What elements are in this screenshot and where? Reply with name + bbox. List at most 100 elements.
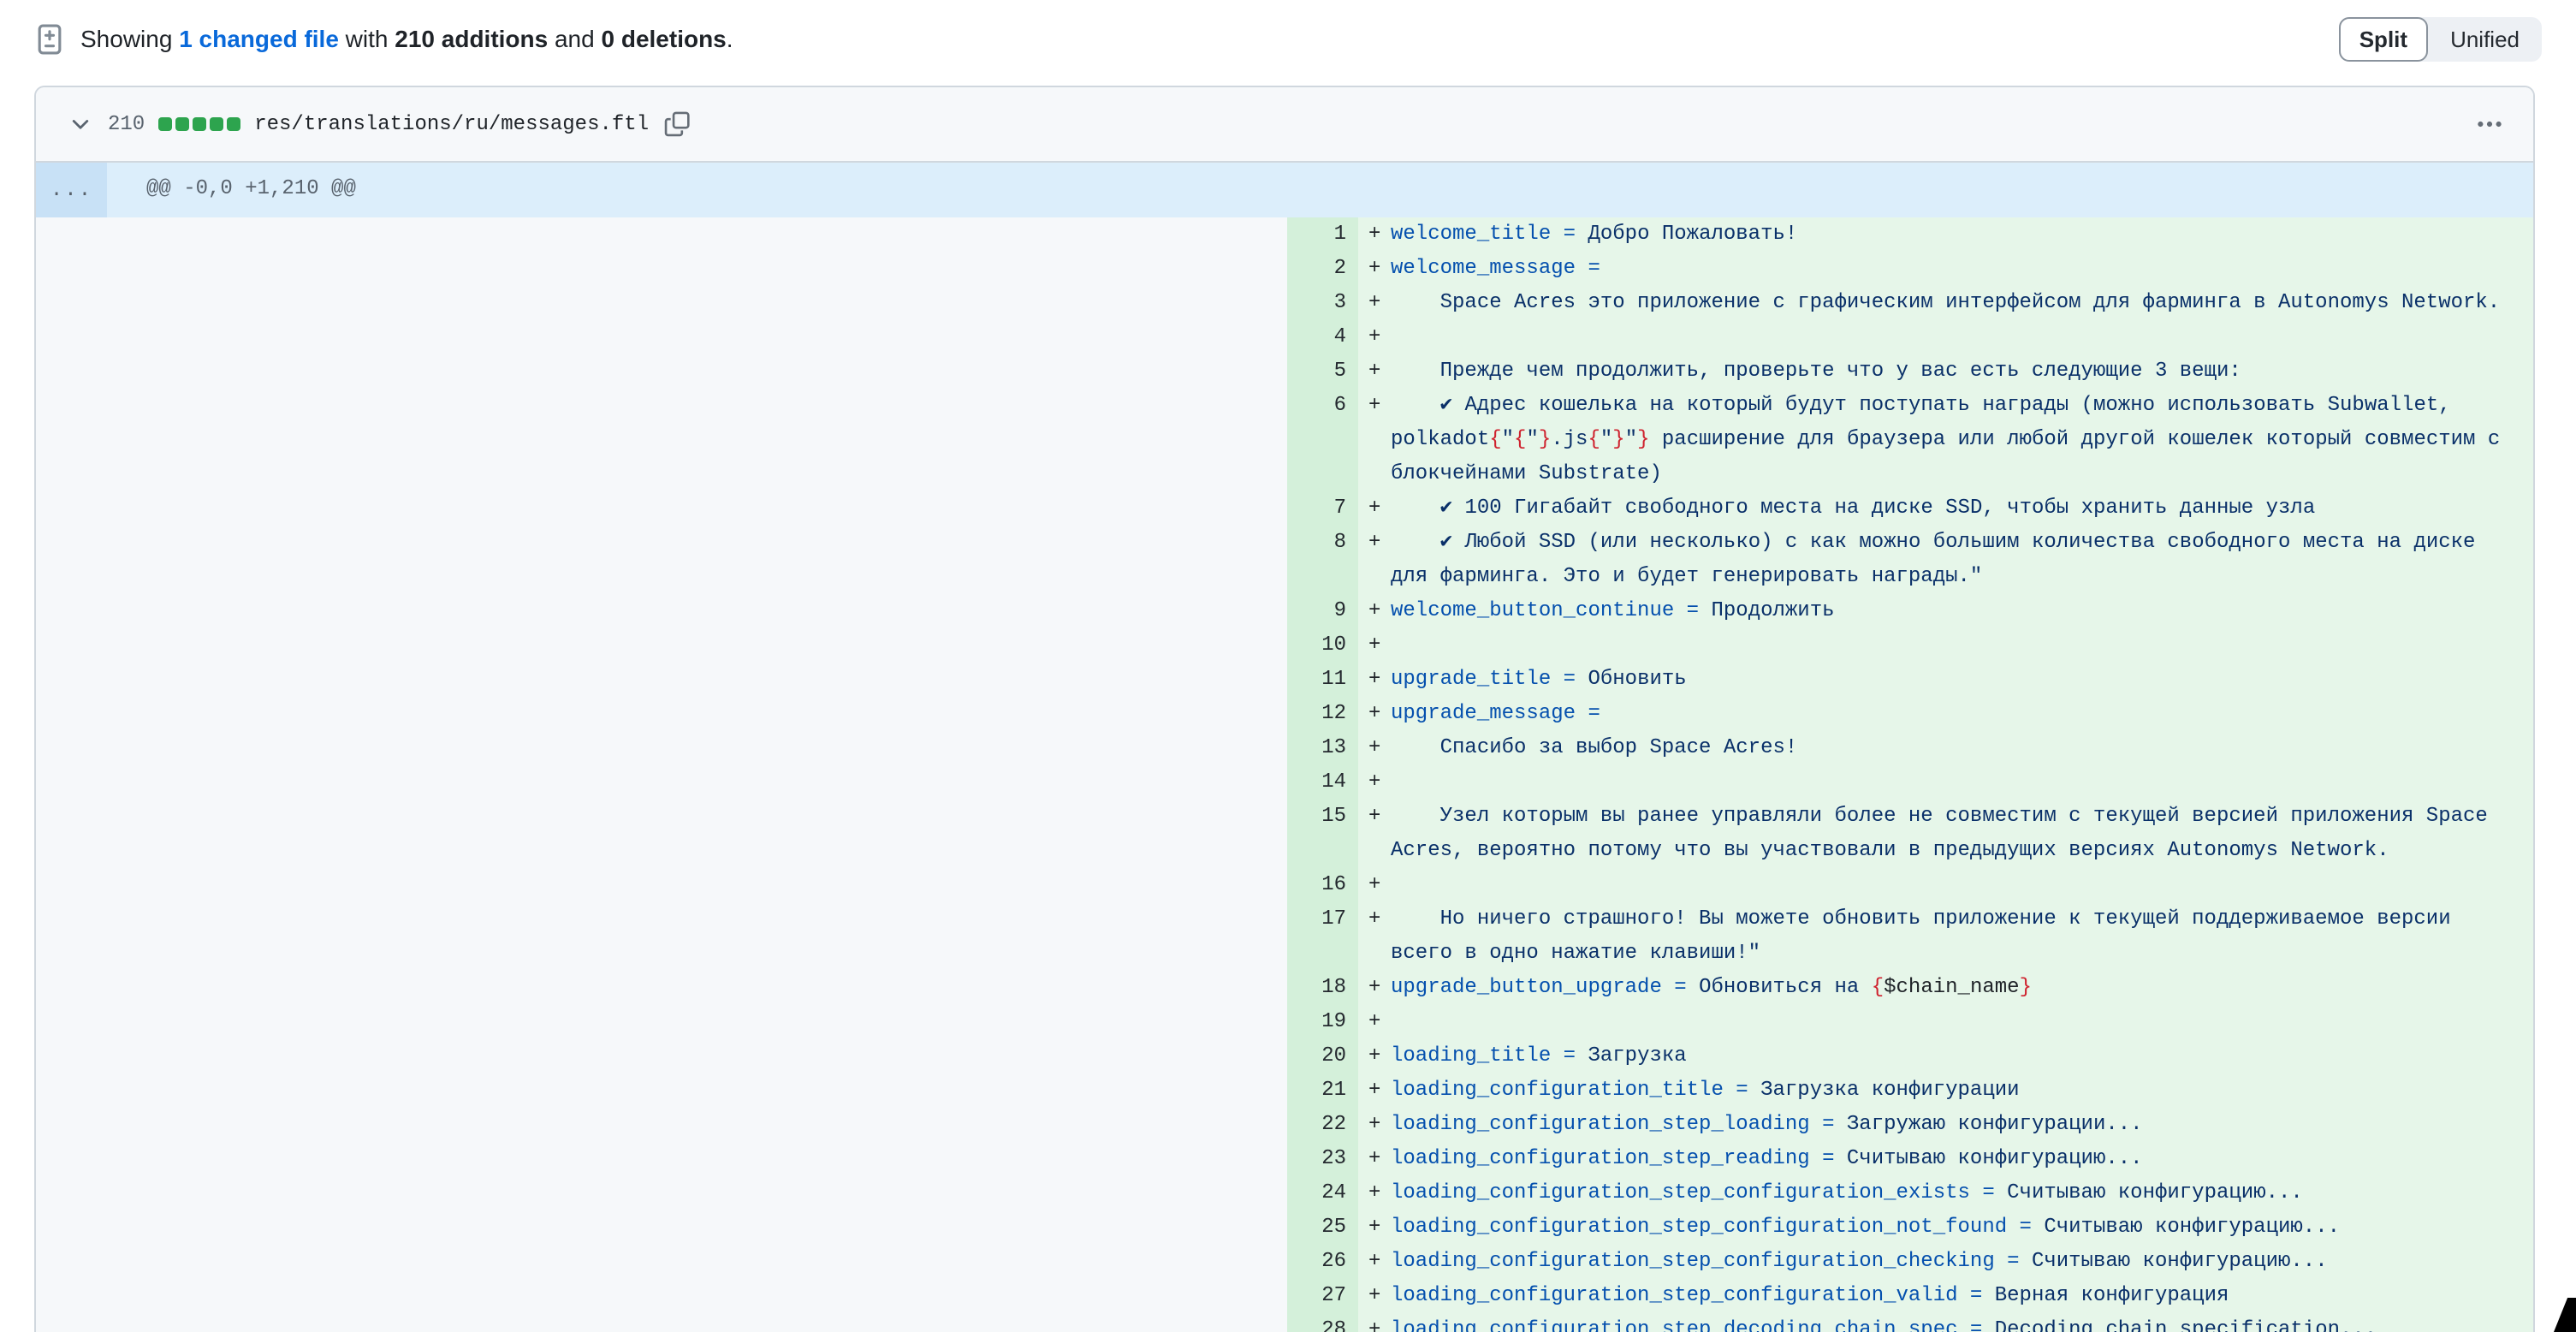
addition-marker: + bbox=[1368, 800, 1391, 834]
line-number[interactable]: 7 bbox=[1287, 491, 1358, 526]
line-number[interactable]: 13 bbox=[1287, 731, 1358, 765]
diff-left-empty-cell bbox=[36, 1176, 1287, 1210]
diff-right-cell: 10+ bbox=[1287, 628, 2533, 663]
code-line: loading_configuration_step_configuration… bbox=[1391, 1210, 2340, 1245]
code-line: ✔ Адрес кошелька на который будут поступ… bbox=[1391, 389, 2519, 491]
diff-right-cell: 28+loading_configuration_step_decoding_c… bbox=[1287, 1313, 2533, 1332]
changed-file-link[interactable]: 1 changed file bbox=[179, 26, 339, 52]
code-line: welcome_title = Добро Пожаловать! bbox=[1391, 217, 1797, 252]
diff-rows: 1+welcome_title = Добро Пожаловать!2+wel… bbox=[36, 217, 2533, 1332]
code-line: loading_configuration_step_configuration… bbox=[1391, 1279, 2229, 1313]
code-line: Прежде чем продолжить, проверьте что у в… bbox=[1391, 354, 2241, 389]
line-number[interactable]: 23 bbox=[1287, 1142, 1358, 1176]
code-cell: +loading_configuration_step_loading = За… bbox=[1358, 1108, 2533, 1142]
code-token: = bbox=[1958, 1284, 1995, 1307]
diff-left-empty-cell bbox=[36, 1142, 1287, 1176]
diff-right-cell: 27 +loading_configuration_step_configurat… bbox=[1287, 1279, 2533, 1313]
line-number[interactable]: 24 bbox=[1287, 1176, 1358, 1210]
diff-left-empty-cell bbox=[36, 1073, 1287, 1108]
diff-row: 4+ bbox=[36, 320, 2533, 354]
line-number[interactable]: 4 bbox=[1287, 320, 1358, 354]
code-token: Прежде чем продолжить, проверьте что у в… bbox=[1391, 360, 2241, 383]
code-token: { bbox=[1489, 428, 1501, 451]
split-view-button[interactable]: Split bbox=[2339, 17, 2428, 62]
addition-marker: + bbox=[1368, 594, 1391, 628]
diff-row: 12+upgrade_message = bbox=[36, 697, 2533, 731]
line-number[interactable]: 5 bbox=[1287, 354, 1358, 389]
line-number[interactable]: 11 bbox=[1287, 663, 1358, 697]
file-diff-icon bbox=[34, 24, 65, 55]
code-token: Decoding chain specification... bbox=[1995, 1318, 2377, 1332]
diff-left-empty-cell bbox=[36, 765, 1287, 800]
code-token: " bbox=[1625, 428, 1637, 451]
line-number[interactable]: 18 bbox=[1287, 971, 1358, 1005]
code-line: loading_configuration_step_decoding_chai… bbox=[1391, 1313, 2377, 1332]
file-options-button[interactable] bbox=[2475, 110, 2504, 139]
code-line: loading_configuration_step_reading = Счи… bbox=[1391, 1142, 2143, 1176]
line-number[interactable]: 12 bbox=[1287, 697, 1358, 731]
line-number[interactable]: 20 bbox=[1287, 1039, 1358, 1073]
diff-left-empty-cell bbox=[36, 526, 1287, 594]
diff-right-cell: 26+loading_configuration_step_configurat… bbox=[1287, 1245, 2533, 1279]
code-line: welcome_message = bbox=[1391, 252, 1600, 286]
code-token: upgrade_title bbox=[1391, 668, 1551, 691]
diff-right-cell: 17+ Но ничего страшного! Вы можете обнов… bbox=[1287, 902, 2533, 971]
line-number[interactable]: 19 bbox=[1287, 1005, 1358, 1039]
code-cell: + bbox=[1358, 628, 2533, 663]
copy-path-button[interactable] bbox=[664, 111, 690, 137]
diff-right-cell: 16+ bbox=[1287, 868, 2533, 902]
code-token: welcome_title bbox=[1391, 223, 1551, 246]
line-number[interactable]: 1 bbox=[1287, 217, 1358, 252]
expand-hunk-button[interactable]: ... bbox=[36, 163, 107, 217]
addition-marker: + bbox=[1368, 1073, 1391, 1108]
code-cell: +loading_configuration_title = Загрузка … bbox=[1358, 1073, 2533, 1108]
file-path[interactable]: res/translations/ru/messages.ftl bbox=[254, 113, 649, 136]
line-number[interactable]: 16 bbox=[1287, 868, 1358, 902]
code-token: { bbox=[1872, 976, 1884, 999]
diff-row: 23+loading_configuration_step_reading = … bbox=[36, 1142, 2533, 1176]
diff-left-empty-cell bbox=[36, 663, 1287, 697]
line-number[interactable]: 21 bbox=[1287, 1073, 1358, 1108]
diff-row: 1 +welcome_title = Добро Пожаловать! bbox=[36, 217, 2533, 252]
code-token: = bbox=[1551, 223, 1588, 246]
diff-left-empty-cell bbox=[36, 491, 1287, 526]
code-token: = bbox=[1551, 1044, 1588, 1067]
hunk-header-row: ... @@ -0,0 +1,210 @@ bbox=[36, 163, 2533, 217]
addition-marker: + bbox=[1368, 217, 1391, 252]
code-token: Space Acres это приложение с графическим… bbox=[1391, 291, 2500, 314]
diff-left-empty-cell bbox=[36, 1039, 1287, 1073]
code-cell: + Но ничего страшного! Вы можете обновит… bbox=[1358, 902, 2533, 971]
code-line: loading_title = Загрузка bbox=[1391, 1039, 1687, 1073]
code-line: ✔ 100 Гигабайт свободного места на диске… bbox=[1391, 491, 2315, 526]
line-number[interactable]: 8 bbox=[1287, 526, 1358, 594]
code-token: ✔ Любой SSD (или несколько) с как можно … bbox=[1391, 531, 2488, 588]
code-token: = bbox=[1995, 1250, 2032, 1273]
diff-right-cell: 5+ Прежде чем продолжить, проверьте что … bbox=[1287, 354, 2533, 389]
diff-row: 25+loading_configuration_step_configurat… bbox=[36, 1210, 2533, 1245]
line-number[interactable]: 28 bbox=[1287, 1313, 1358, 1332]
line-number[interactable]: 2 bbox=[1287, 252, 1358, 286]
line-number[interactable]: 14 bbox=[1287, 765, 1358, 800]
collapse-file-button[interactable] bbox=[65, 109, 96, 140]
addition-marker: + bbox=[1368, 1279, 1391, 1313]
line-number[interactable]: 15 bbox=[1287, 800, 1358, 868]
line-number[interactable]: 17 bbox=[1287, 902, 1358, 971]
addition-marker: + bbox=[1368, 663, 1391, 697]
code-cell: + Узел которым вы ранее управляли более … bbox=[1358, 800, 2533, 868]
code-token: } bbox=[2020, 976, 2032, 999]
diff-row: 10+ bbox=[36, 628, 2533, 663]
unified-view-button[interactable]: Unified bbox=[2428, 17, 2542, 62]
code-token: " bbox=[1526, 428, 1538, 451]
code-cell: +welcome_button_continue = Продолжить bbox=[1358, 594, 2533, 628]
diff-left-empty-cell bbox=[36, 1108, 1287, 1142]
line-number[interactable]: 25 bbox=[1287, 1210, 1358, 1245]
line-number[interactable]: 26 bbox=[1287, 1245, 1358, 1279]
diffstat-block-addition bbox=[227, 117, 240, 131]
line-number[interactable]: 6 bbox=[1287, 389, 1358, 491]
line-number[interactable]: 22 bbox=[1287, 1108, 1358, 1142]
line-number[interactable]: 27 bbox=[1287, 1279, 1358, 1313]
addition-marker: + bbox=[1368, 286, 1391, 320]
line-number[interactable]: 9 bbox=[1287, 594, 1358, 628]
line-number[interactable]: 3 bbox=[1287, 286, 1358, 320]
line-number[interactable]: 10 bbox=[1287, 628, 1358, 663]
